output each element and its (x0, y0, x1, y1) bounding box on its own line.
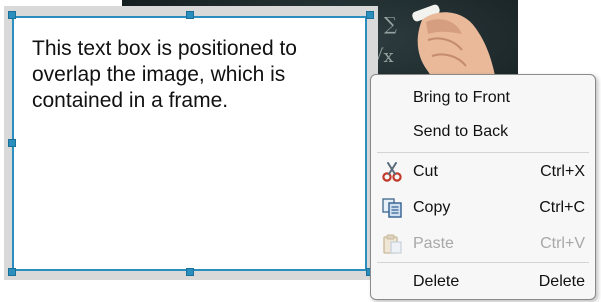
context-menu: Bring to Front Send to Back Cut Ctrl+X C… (370, 74, 596, 300)
menu-item-cut[interactable]: Cut Ctrl+X (371, 155, 595, 189)
menu-item-send-to-back[interactable]: Send to Back (371, 115, 595, 149)
text-box-frame[interactable]: This text box is positioned to overlap t… (4, 6, 378, 280)
menu-item-label: Paste (413, 235, 454, 252)
menu-separator (377, 152, 589, 153)
menu-item-shortcut: Ctrl+X (540, 163, 585, 180)
menu-separator (377, 262, 589, 263)
menu-item-label: Delete (413, 273, 460, 290)
paste-icon (383, 234, 402, 254)
menu-item-paste: Paste Ctrl+V (371, 227, 595, 261)
menu-item-delete[interactable]: Delete Delete (371, 265, 595, 299)
copy-icon (382, 198, 402, 218)
menu-item-label: Copy (413, 199, 451, 216)
text-box-content[interactable]: This text box is positioned to overlap t… (32, 36, 362, 114)
menu-item-label: Send to Back (413, 123, 509, 140)
menu-item-label: Bring to Front (413, 89, 510, 106)
resize-handle-bottom-left[interactable] (8, 268, 16, 276)
menu-item-shortcut: Ctrl+C (539, 199, 585, 216)
menu-item-shortcut: Ctrl+V (540, 235, 585, 252)
menu-item-bring-to-front[interactable]: Bring to Front (371, 81, 595, 115)
menu-item-copy[interactable]: Copy Ctrl+C (371, 191, 595, 225)
scissors-icon (382, 162, 402, 182)
resize-handle-top-middle[interactable] (186, 11, 194, 19)
resize-handle-top-left[interactable] (8, 11, 16, 19)
resize-handle-bottom-middle[interactable] (186, 268, 194, 276)
menu-item-shortcut: Delete (538, 273, 585, 290)
text-box[interactable]: This text box is positioned to overlap t… (12, 16, 367, 271)
resize-handle-top-right[interactable] (366, 11, 374, 19)
menu-item-label: Cut (413, 163, 438, 180)
resize-handle-middle-left[interactable] (8, 139, 16, 147)
